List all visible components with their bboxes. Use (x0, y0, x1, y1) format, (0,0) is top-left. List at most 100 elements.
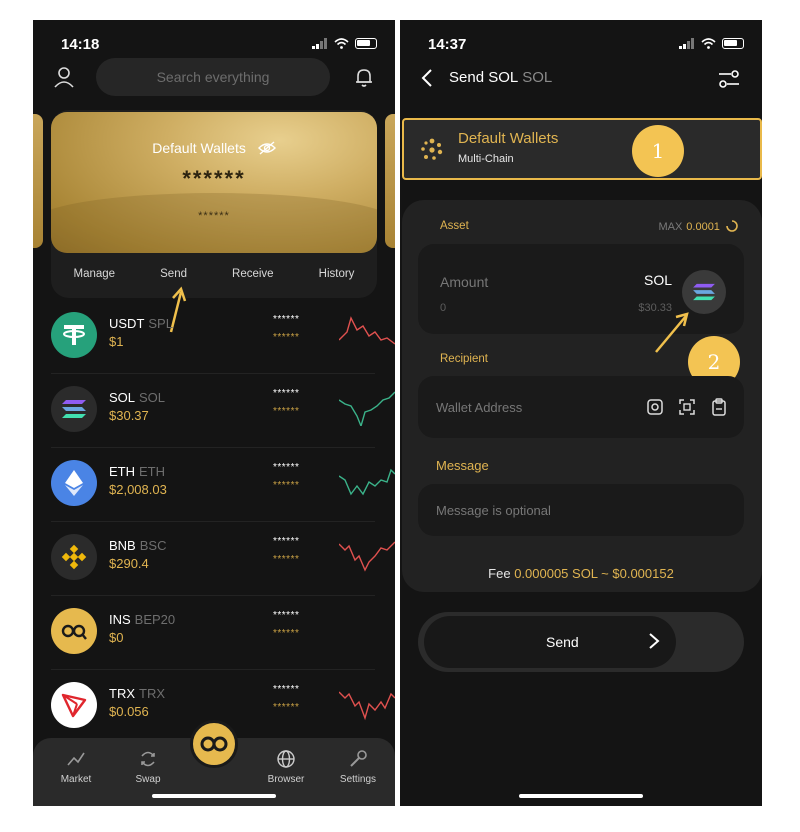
fee-label: Fee (488, 566, 511, 581)
back-button[interactable] (420, 68, 434, 93)
token-value-hidden: ****** (273, 480, 300, 491)
recipient-box[interactable]: Wallet Address (418, 376, 744, 438)
token-balance-hidden: ****** (273, 388, 300, 399)
message-input[interactable]: Message is optional (436, 503, 551, 518)
nav-browser-label: Browser (267, 774, 305, 785)
sol-logo-icon (693, 283, 715, 301)
token-price: $1 (109, 334, 124, 349)
wifi-icon (334, 38, 349, 49)
multichain-icon (421, 138, 443, 160)
amount-zero: 0 (440, 302, 447, 314)
manage-button[interactable]: Manage (74, 268, 116, 280)
status-time: 14:37 (428, 36, 467, 53)
token-value-hidden: ****** (273, 628, 300, 639)
sparkline-red (339, 316, 395, 345)
center-app-button[interactable] (190, 720, 238, 768)
ins-logo-icon (51, 608, 97, 654)
send-slider-track[interactable]: Send (418, 612, 744, 672)
nav-settings[interactable]: Settings (328, 748, 388, 785)
send-button[interactable]: Send (424, 616, 676, 668)
recipient-label: Recipient (440, 353, 488, 365)
nav-swap[interactable]: Swap (118, 748, 178, 785)
bell-icon[interactable] (351, 64, 377, 90)
search-input[interactable]: Search everything (96, 58, 330, 96)
chevron-right-icon (649, 633, 660, 649)
message-box[interactable]: Message is optional (418, 484, 744, 536)
amount-box[interactable]: Amount 0 SOL $30.33 (418, 244, 744, 334)
token-row-sol[interactable]: SOL SOL $30.37 ****** ****** (51, 374, 395, 448)
card-wave-decoration (51, 193, 377, 253)
token-balance-hidden: ****** (273, 610, 300, 621)
sparkline-red (339, 691, 395, 721)
address-book-icon[interactable] (646, 398, 664, 416)
loading-spinner-icon (726, 220, 738, 232)
token-row-eth[interactable]: ETH ETH $2,008.03 ****** ****** (51, 448, 395, 522)
status-time: 14:18 (61, 36, 100, 53)
token-value-hidden: ****** (273, 702, 300, 713)
swap-icon (141, 751, 155, 767)
nav-market[interactable]: Market (46, 748, 106, 785)
token-symbol: SOL SOL (109, 390, 166, 405)
wallet-card-name: Default Wallets (152, 140, 246, 156)
next-card-peek[interactable] (385, 114, 395, 248)
token-symbol: ETH ETH (109, 464, 165, 479)
token-row-usdt[interactable]: USDT SPL $1 ****** ****** (51, 300, 395, 374)
signal-icon (312, 38, 327, 49)
token-value-hidden: ****** (273, 332, 300, 343)
token-value-hidden: ****** (273, 406, 300, 417)
sparkline-green (339, 391, 395, 426)
token-symbol: BNB BSC (109, 538, 167, 553)
wallet-type: Multi-Chain (458, 153, 514, 165)
token-row-bnb[interactable]: BNB BSC $290.4 ****** ****** (51, 522, 395, 596)
home-indicator (152, 794, 276, 798)
token-price: $30.37 (109, 408, 149, 423)
token-balance-hidden: ****** (273, 536, 300, 547)
amount-input[interactable]: Amount (440, 274, 488, 290)
message-label: Message (436, 458, 489, 473)
token-value-hidden: ****** (273, 554, 300, 565)
profile-icon[interactable] (51, 64, 77, 90)
usdt-logo-icon (51, 312, 97, 358)
prev-card-peek[interactable] (33, 114, 43, 248)
max-value: 0.0001 (686, 221, 720, 233)
bnb-logo-icon (51, 534, 97, 580)
status-icons (679, 38, 744, 49)
wallet-card[interactable]: Default Wallets ****** ****** (51, 112, 377, 253)
step-badge-1: 1 (632, 125, 684, 177)
trx-logo-icon (51, 682, 97, 728)
eth-logo-icon (51, 460, 97, 506)
send-button[interactable]: Send (160, 268, 187, 280)
token-symbol: USDT SPL (109, 316, 173, 331)
token-row-ins[interactable]: INS BEP20 $0 ****** ****** (51, 596, 375, 670)
status-icons (312, 38, 377, 49)
battery-icon (722, 38, 744, 49)
wallet-address-input[interactable]: Wallet Address (436, 400, 522, 415)
nav-browser[interactable]: Browser (256, 748, 316, 785)
nav-market-label: Market (60, 774, 92, 785)
fee-value: 0.000005 SOL ~ $0.000152 (514, 566, 674, 581)
scan-qr-icon[interactable] (678, 398, 696, 416)
token-price: $2,008.03 (109, 482, 167, 497)
token-price: $0.056 (109, 704, 149, 719)
wifi-icon (701, 38, 716, 49)
paste-clipboard-icon[interactable] (710, 398, 728, 416)
sparkline-green (339, 468, 395, 496)
receive-button[interactable]: Receive (232, 268, 274, 280)
chevron-left-icon (421, 69, 432, 87)
eye-slash-icon[interactable] (257, 141, 276, 155)
wallet-selector[interactable]: Default Wallets Multi-Chain (402, 118, 762, 180)
battery-icon (355, 38, 377, 49)
sol-logo-icon (51, 386, 97, 432)
max-balance[interactable]: MAX 0.0001 (658, 220, 738, 233)
nav-settings-label: Settings (339, 774, 377, 785)
settings-sliders-icon[interactable] (716, 66, 742, 92)
asset-label: Asset (440, 220, 469, 232)
wallet-home-screen: 14:18 Search everything Default Wallets … (33, 20, 395, 806)
token-balance-hidden: ****** (273, 684, 300, 695)
history-button[interactable]: History (319, 268, 355, 280)
token-symbol: INS BEP20 (109, 612, 176, 627)
asset-select-button[interactable] (682, 270, 726, 314)
token-price: $290.4 (109, 556, 149, 571)
token-symbol: TRX TRX (109, 686, 165, 701)
sparkline-red (339, 541, 395, 572)
